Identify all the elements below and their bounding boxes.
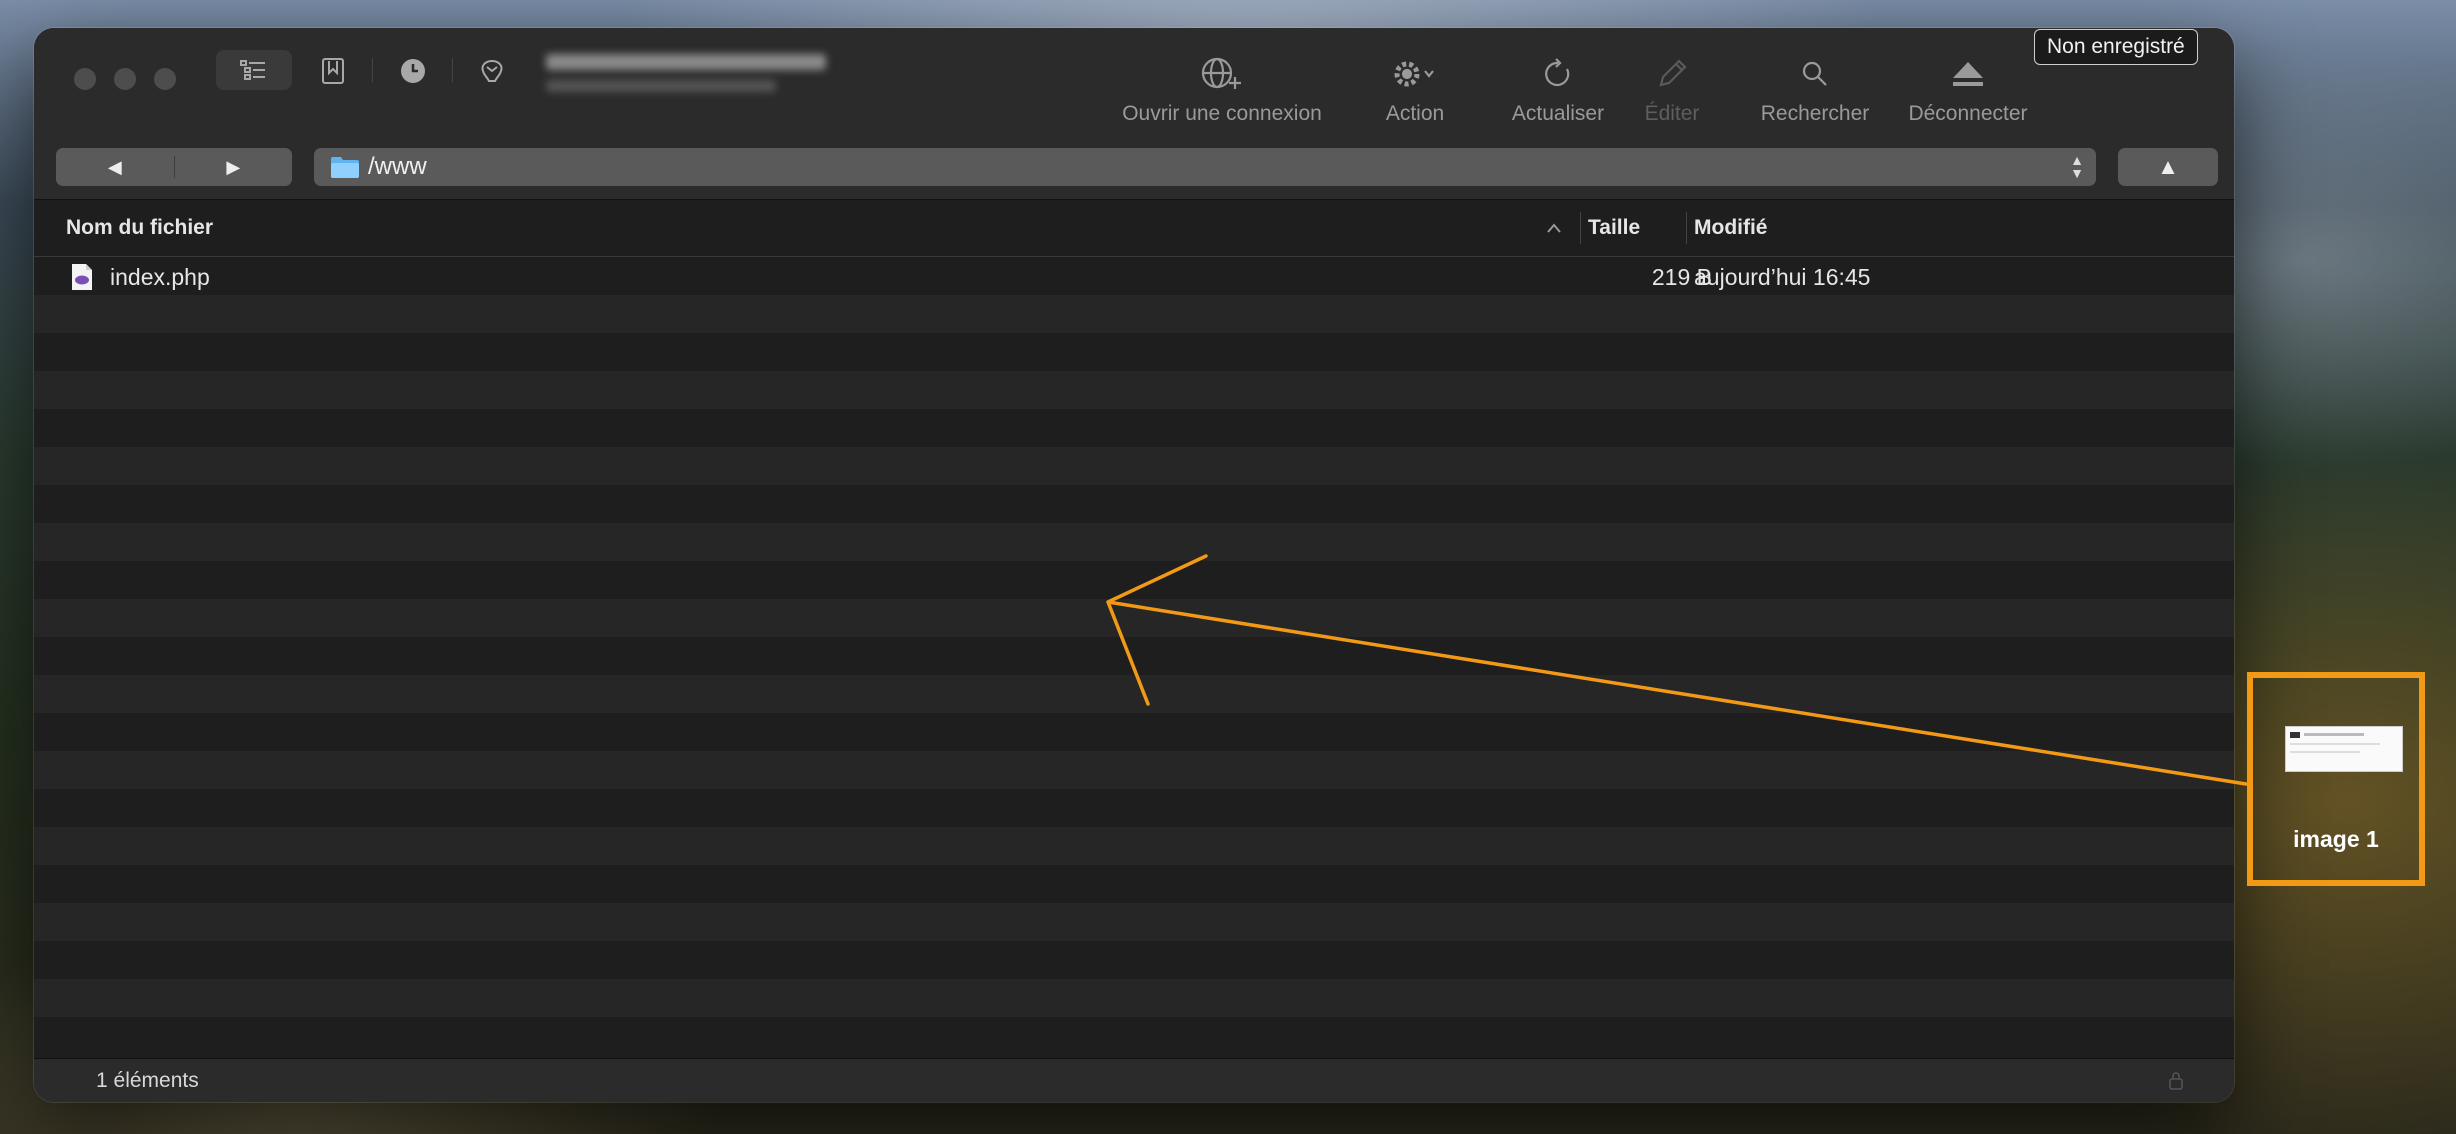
sort-ascending-icon[interactable]: [1546, 222, 1562, 234]
rendezvous-button[interactable]: [474, 54, 510, 88]
list-view-icon: [240, 60, 265, 80]
refresh-icon: [1545, 58, 1570, 87]
search-label: Rechercher: [1760, 102, 1870, 125]
clock-icon: [401, 59, 425, 83]
item-count: 1 éléments: [96, 1069, 199, 1092]
close-window-button[interactable]: [74, 68, 96, 90]
column-header-row: Nom du fichier Taille Modifié: [34, 200, 2234, 257]
open-connection-label: Ouvrir une connexion: [1122, 102, 1322, 125]
connection-title-blurred: [546, 54, 826, 92]
file-name: index.php: [110, 264, 210, 290]
file-modified: aujourd’hui 16:45: [1694, 264, 1871, 290]
drag-thumbnail[interactable]: image 1: [2247, 672, 2425, 886]
thumbnail-label: image 1: [2293, 826, 2379, 852]
folder-icon: [331, 157, 359, 178]
edit-label: Éditer: [1644, 102, 1700, 125]
file-row[interactable]: index.php 219 B aujourd’hui 16:45: [34, 257, 2234, 295]
history-button[interactable]: [396, 54, 430, 88]
open-connection-button[interactable]: Ouvrir une connexion: [1122, 52, 1322, 126]
back-forward-control: ◀ ▶: [56, 148, 292, 186]
minimize-window-button[interactable]: [114, 68, 136, 90]
search-icon: [1802, 61, 1827, 86]
chevron-updown-icon: ▲ ▼: [2070, 152, 2084, 181]
forward-button[interactable]: ▶: [175, 148, 293, 186]
pencil-icon: [1659, 59, 1687, 87]
column-header-name[interactable]: Nom du fichier: [66, 216, 213, 240]
refresh-label: Actualiser: [1511, 102, 1605, 125]
lock-icon: [2169, 1072, 2183, 1090]
unregistered-badge[interactable]: Non enregistré: [2034, 29, 2198, 65]
column-header-modified[interactable]: Modifié: [1694, 216, 1768, 240]
zoom-window-button[interactable]: [154, 68, 176, 90]
thumbnail-image: [2285, 726, 2403, 772]
action-button[interactable]: Action: [1370, 52, 1460, 126]
file-list: index.php 219 B aujourd’hui 16:45: [34, 257, 2234, 1044]
php-file-icon: [72, 264, 92, 290]
refresh-button[interactable]: Actualiser: [1496, 52, 1620, 126]
current-path: /www: [368, 153, 427, 180]
disconnect-label: Déconnecter: [1908, 102, 2028, 125]
list-view-button[interactable]: [216, 50, 292, 90]
action-label: Action: [1385, 102, 1445, 125]
transmit-window: Ouvrir une connexion Action Actualiser É…: [34, 28, 2234, 1102]
back-button[interactable]: ◀: [56, 148, 174, 186]
bookmarks-button[interactable]: [316, 54, 350, 88]
network-icon: [481, 59, 503, 82]
globe-plus-icon: [1201, 57, 1241, 89]
disconnect-button[interactable]: Déconnecter: [1896, 52, 2040, 126]
bookmark-icon: [322, 58, 344, 84]
eject-icon: [1953, 62, 1983, 86]
gear-icon: [1394, 61, 1434, 87]
edit-button[interactable]: Éditer: [1634, 52, 1710, 126]
search-button[interactable]: Rechercher: [1744, 52, 1886, 126]
status-bar: 1 éléments: [34, 1058, 2234, 1102]
parent-folder-button[interactable]: ▲: [2118, 148, 2218, 186]
window-toolbar: Ouvrir une connexion Action Actualiser É…: [34, 28, 2234, 200]
path-selector[interactable]: /www ▲ ▼: [314, 148, 2096, 186]
column-header-size[interactable]: Taille: [1588, 216, 1640, 240]
